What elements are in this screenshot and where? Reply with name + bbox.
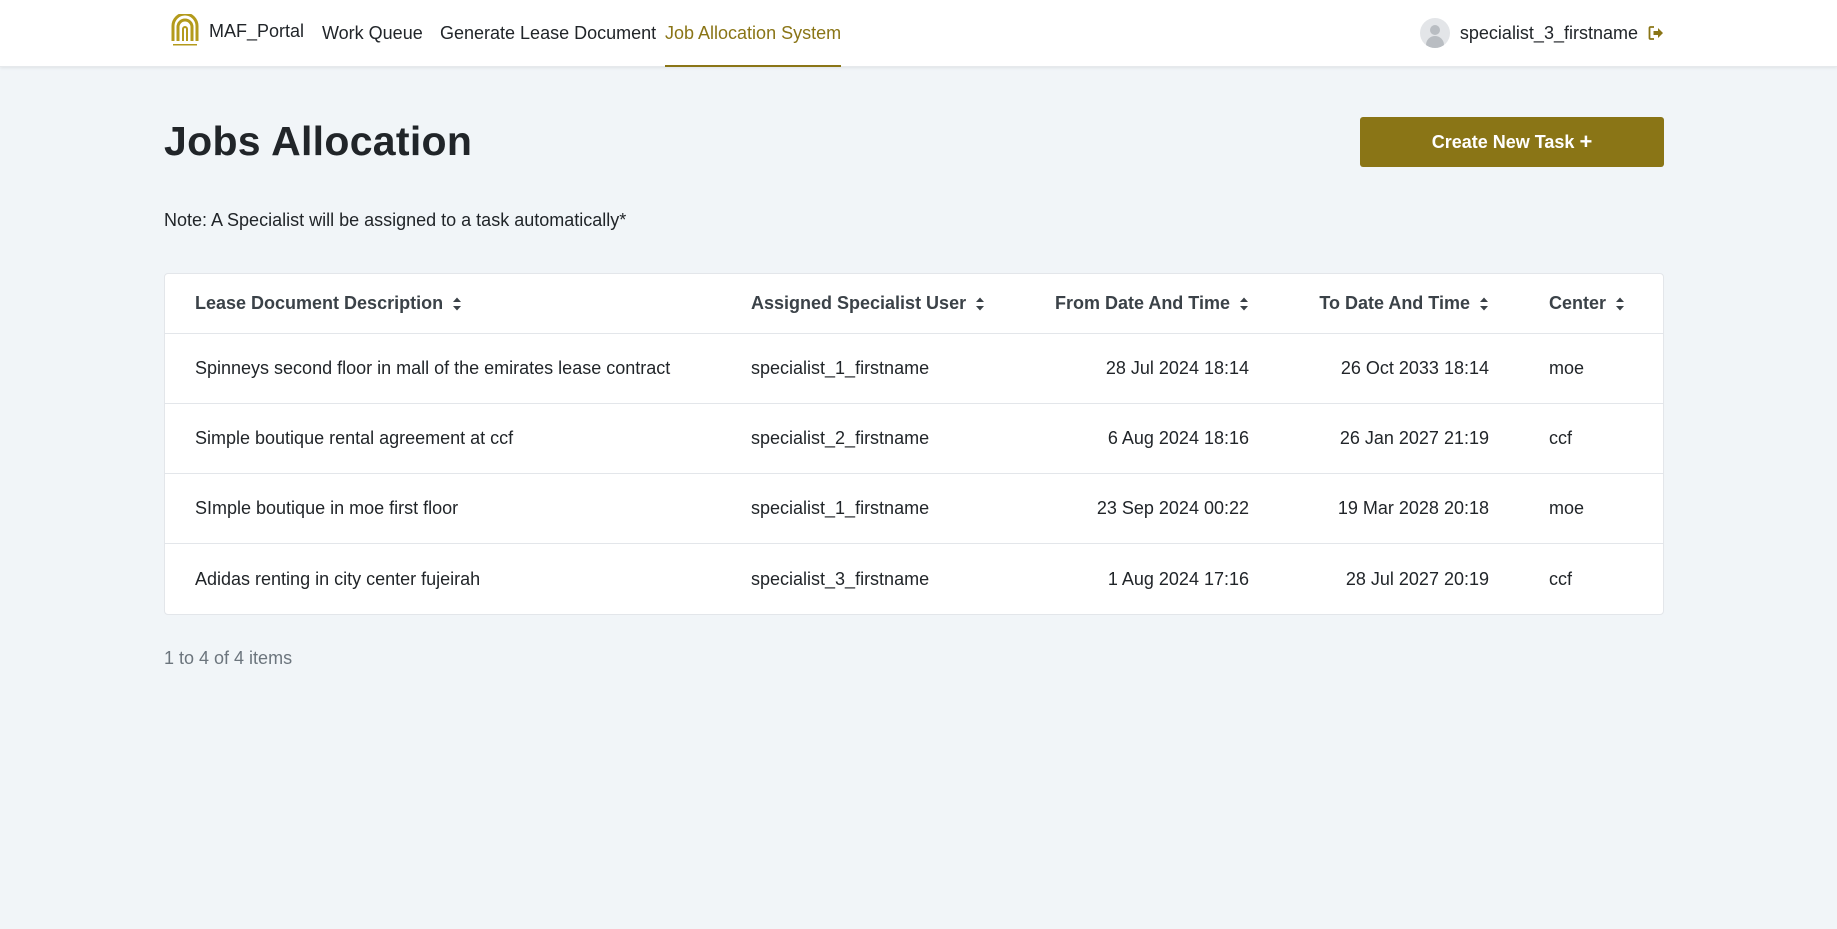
user-menu[interactable]: specialist_3_firstname	[1419, 16, 1664, 50]
user-name: specialist_3_firstname	[1459, 22, 1638, 43]
cell-center: ccf	[1549, 428, 1573, 448]
create-new-task-button[interactable]: Create New Task +	[1360, 117, 1664, 167]
column-header-description[interactable]: Lease Document Description	[195, 274, 755, 333]
table-row[interactable]: Simple boutique rental agreement at ccf …	[165, 404, 1663, 474]
column-header-to-date[interactable]: To Date And Time	[1225, 274, 1489, 333]
cell-to-date: 26 Oct 2033 18:14	[1340, 358, 1489, 378]
cell-to-date: 28 Jul 2027 20:19	[1345, 568, 1489, 589]
top-navbar: MAF_Portal Work Queue Generate Lease Doc…	[0, 0, 1837, 67]
cell-description: Adidas renting in city center fujeirah	[195, 568, 481, 589]
create-new-task-label: Create New Task	[1431, 131, 1575, 152]
nav-link-job-allocation-system[interactable]: Job Allocation System	[665, 0, 842, 67]
maf-logo-icon	[171, 14, 199, 46]
sort-icon	[453, 297, 462, 310]
logout-icon[interactable]	[1648, 25, 1664, 41]
sort-icon	[1616, 297, 1625, 310]
cell-from-date: 6 Aug 2024 18:16	[1107, 428, 1249, 448]
jobs-table: Lease Document Description Assigned Spec…	[164, 273, 1664, 615]
brand-link[interactable]: MAF_Portal	[170, 14, 304, 48]
cell-from-date: 23 Sep 2024 00:22	[1096, 498, 1249, 518]
cell-center: moe	[1549, 498, 1585, 518]
cell-to-date: 19 Mar 2028 20:18	[1337, 498, 1489, 518]
table-row[interactable]: SImple boutique in moe first floor speci…	[165, 474, 1663, 544]
nav-link-work-queue[interactable]: Work Queue	[322, 0, 423, 67]
auto-assign-note: Note: A Specialist will be assigned to a…	[164, 210, 627, 230]
cell-center: ccf	[1549, 568, 1573, 589]
brand-label: MAF_Portal	[209, 21, 305, 41]
nav-link-generate-lease-document[interactable]: Generate Lease Document	[440, 0, 656, 67]
page-title: Jobs Allocation	[164, 118, 473, 164]
cell-from-date: 28 Jul 2024 18:14	[1105, 358, 1249, 378]
cell-description: Spinneys second floor in mall of the emi…	[195, 358, 671, 378]
column-header-center[interactable]: Center	[1549, 274, 1659, 333]
pagination-summary: 1 to 4 of 4 items	[164, 648, 293, 668]
column-header-from-date[interactable]: From Date And Time	[985, 274, 1249, 333]
table-row[interactable]: Spinneys second floor in mall of the emi…	[165, 334, 1663, 404]
table-header-row: Lease Document Description Assigned Spec…	[165, 274, 1663, 334]
cell-center: moe	[1549, 358, 1585, 378]
cell-description: SImple boutique in moe first floor	[195, 498, 459, 518]
cell-description: Simple boutique rental agreement at ccf	[195, 428, 514, 448]
cell-to-date: 26 Jan 2027 21:19	[1339, 428, 1489, 448]
cell-from-date: 1 Aug 2024 17:16	[1107, 568, 1249, 589]
plus-icon: +	[1579, 129, 1593, 154]
avatar	[1419, 18, 1450, 48]
sort-icon	[976, 297, 985, 310]
table-row[interactable]: Adidas renting in city center fujeirah s…	[165, 544, 1663, 614]
sort-icon	[1480, 297, 1488, 310]
